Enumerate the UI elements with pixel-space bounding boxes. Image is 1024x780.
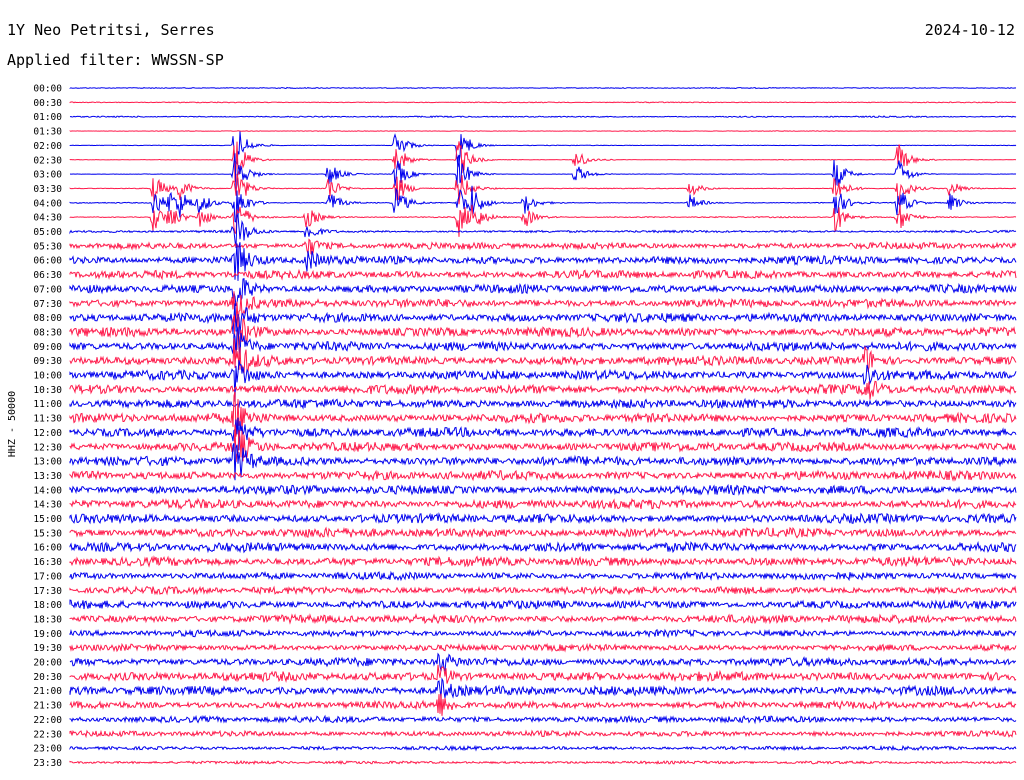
time-tick-label: 18:30 [33, 614, 62, 625]
time-tick-label: 17:00 [33, 571, 62, 582]
time-tick-label: 06:30 [33, 270, 62, 281]
trace-line [69, 540, 1017, 554]
trace-line [69, 585, 1017, 596]
time-tick-label: 19:30 [33, 643, 62, 654]
time-tick-label: 21:30 [33, 701, 62, 712]
trace-line [69, 380, 1017, 400]
trace-line [69, 141, 1017, 182]
time-tick-label: 10:30 [33, 385, 62, 396]
trace-line [69, 642, 1017, 653]
time-tick-label: 00:30 [33, 98, 62, 109]
time-tick-label: 08:00 [33, 313, 62, 324]
trace-line [69, 338, 1017, 374]
time-tick-label: 13:00 [33, 457, 62, 468]
time-tick-label: 08:30 [33, 327, 62, 338]
trace-line [69, 628, 1017, 639]
time-tick-label: 03:30 [33, 184, 62, 195]
time-tick-label: 09:30 [33, 356, 62, 367]
time-tick-label: 16:00 [33, 543, 62, 554]
time-tick-label: 22:00 [33, 715, 62, 726]
time-tick-label: 01:00 [33, 112, 62, 123]
time-tick-label: 22:30 [33, 729, 62, 740]
trace-line [69, 570, 1017, 582]
time-tick-label: 09:00 [33, 342, 62, 353]
time-tick-label: 04:00 [33, 198, 62, 209]
trace-line [69, 714, 1017, 725]
trace-line [69, 729, 1017, 739]
trace-line [69, 214, 1017, 249]
trace-line [69, 483, 1017, 496]
time-tick-label: 20:30 [33, 672, 62, 683]
time-tick-label: 05:30 [33, 241, 62, 252]
trace-line [69, 153, 1017, 192]
time-tick-label: 13:30 [33, 471, 62, 482]
time-tick-label: 12:30 [33, 442, 62, 453]
trace-line [69, 360, 1017, 402]
time-tick-label: 04:30 [33, 213, 62, 224]
time-tick-label: 02:00 [33, 141, 62, 152]
trace-line [69, 677, 1017, 699]
time-tick-label: 12:00 [33, 428, 62, 439]
time-tick-label: 16:30 [33, 557, 62, 568]
trace-line [69, 497, 1017, 510]
trace-line [69, 469, 1017, 482]
trace-line [69, 397, 1017, 410]
time-tick-label: 20:00 [33, 658, 62, 669]
time-tick-label: 07:00 [33, 284, 62, 295]
time-tick-label: 03:00 [33, 170, 62, 181]
time-tick-label: 23:30 [33, 758, 62, 769]
trace-line [69, 130, 1016, 132]
trace-line [69, 652, 1016, 673]
trace-line [69, 238, 1017, 255]
time-tick-label: 11:00 [33, 399, 62, 410]
trace-line [69, 512, 1017, 525]
trace-line [69, 173, 1017, 206]
trace-line [69, 613, 1017, 625]
time-tick-label: 17:30 [33, 586, 62, 597]
time-tick-label: 01:30 [33, 127, 62, 138]
trace-line [69, 86, 1017, 90]
trace-line [69, 101, 1017, 104]
trace-group [69, 86, 1017, 766]
trace-line [69, 599, 1017, 611]
time-tick-label: 11:30 [33, 414, 62, 425]
helicorder-plot: 00:00 00:30 01:00 01:30 02:00 02:30 03:00 03:30… [33, 84, 1017, 769]
time-tick-label: 05:00 [33, 227, 62, 238]
trace-line [69, 268, 1017, 281]
trace-line [69, 131, 1017, 168]
time-tick-label: 00:00 [33, 84, 62, 95]
trace-line [69, 526, 1017, 539]
time-tick-label: 02:30 [33, 155, 62, 166]
time-tick-label: 19:00 [33, 629, 62, 640]
time-tick-label: 21:00 [33, 686, 62, 697]
time-tick-label: 14:30 [33, 500, 62, 511]
time-tick-label: 06:00 [33, 256, 62, 267]
time-tick-label: 18:00 [33, 600, 62, 611]
trace-line [69, 744, 1017, 752]
trace-line [69, 555, 1017, 568]
tick-label-group: 00:00 00:30 01:00 01:30 02:00 02:30 03:00 03:30… [33, 84, 62, 769]
time-tick-label: 23:00 [33, 744, 62, 755]
time-tick-label: 15:30 [33, 528, 62, 539]
trace-line [69, 115, 1017, 119]
trace-line [69, 664, 1017, 684]
time-tick-label: 14:00 [33, 485, 62, 496]
time-tick-label: 15:00 [33, 514, 62, 525]
time-tick-label: 10:00 [33, 371, 62, 382]
trace-line [69, 693, 1017, 716]
time-tick-label: 07:30 [33, 299, 62, 310]
trace-line [69, 759, 1017, 766]
